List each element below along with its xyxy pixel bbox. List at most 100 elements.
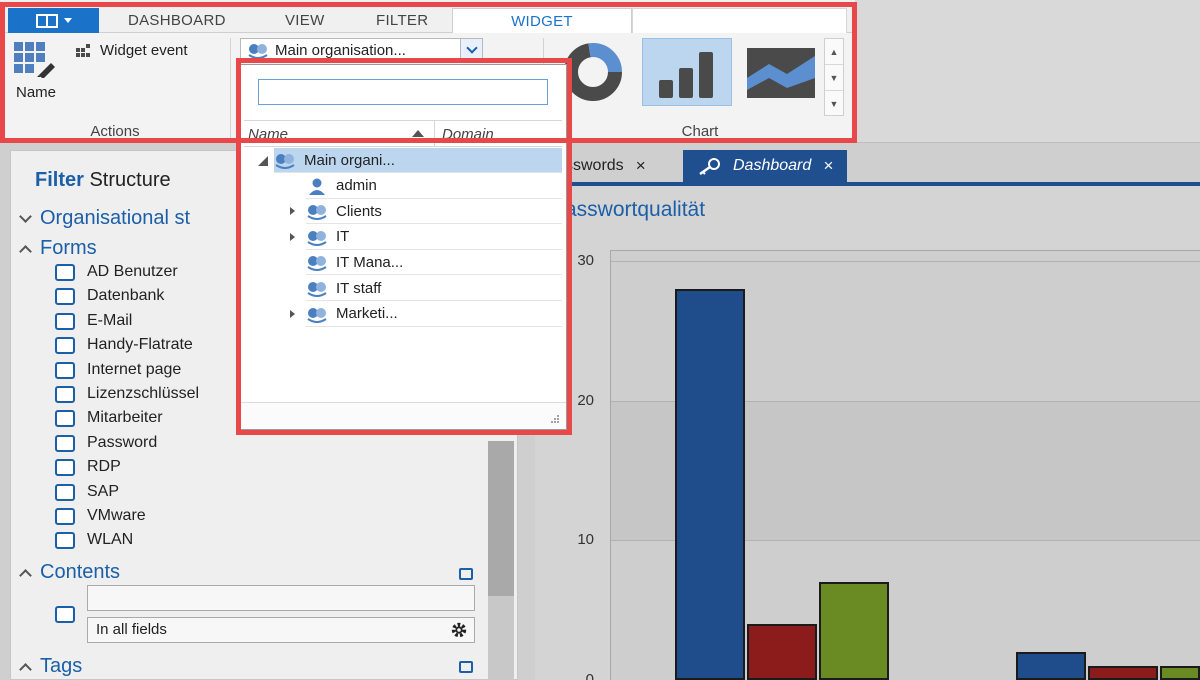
bar-chart-option[interactable]	[642, 38, 732, 106]
organisation-icon	[306, 253, 328, 272]
document-tab-strip: sswords × Dashboard ×	[535, 150, 1200, 186]
tags-toggle[interactable]	[459, 661, 473, 673]
gallery-expand[interactable]: ▼	[825, 91, 843, 117]
tree-row[interactable]: admin	[306, 174, 562, 199]
book-icon	[35, 13, 58, 28]
combobox-dropdown-button[interactable]	[460, 39, 482, 61]
widget-event-button[interactable]: Widget event	[76, 42, 188, 59]
form-checkbox-item[interactable]: Datenbank	[55, 285, 164, 307]
tab-filter[interactable]: FILTER	[376, 8, 428, 33]
form-checkbox-item[interactable]: WLAN	[55, 529, 133, 551]
checkbox[interactable]	[55, 507, 75, 525]
ribbon-empty-area	[855, 0, 1200, 143]
collapsed-arrow-icon[interactable]	[290, 309, 295, 318]
section-contents[interactable]: Contents	[19, 561, 121, 584]
close-icon[interactable]: ×	[636, 156, 646, 176]
section-tags-label: Tags	[40, 655, 83, 677]
widget-event-icon	[76, 43, 92, 58]
widget-grid-icon	[14, 42, 60, 78]
tree-row[interactable]: Clients	[306, 199, 562, 225]
section-tags[interactable]: Tags	[19, 655, 83, 678]
section-organisational[interactable]: Organisational st	[19, 207, 190, 230]
area-chart-icon	[747, 48, 815, 98]
section-contents-label: Contents	[40, 561, 121, 583]
checkbox[interactable]	[55, 483, 75, 501]
tab-dashboard-doc[interactable]: Dashboard ×	[683, 150, 848, 182]
tree-row-label: admin	[336, 177, 377, 195]
checkbox[interactable]	[55, 385, 75, 403]
chart-bar	[747, 624, 817, 680]
form-label: Lizenzschlüssel	[87, 385, 200, 402]
checkbox[interactable]	[55, 336, 75, 354]
checkbox[interactable]	[55, 409, 75, 427]
dropdown-search-input[interactable]	[258, 79, 548, 105]
form-checkbox-item[interactable]: Password	[55, 432, 157, 454]
tree-row[interactable]: IT staff	[306, 276, 562, 301]
form-checkbox-item[interactable]: RDP	[55, 456, 121, 478]
form-label: WLAN	[87, 531, 134, 548]
close-icon[interactable]: ×	[823, 156, 833, 176]
tab-passwords[interactable]: sswords ×	[565, 150, 646, 182]
organisation-icon	[248, 44, 268, 59]
form-checkbox-item[interactable]: Mitarbeiter	[55, 407, 163, 429]
gallery-scroller[interactable]: ▲ ▼ ▼	[824, 38, 844, 116]
form-label: Password	[87, 434, 158, 451]
tab-passwords-label: sswords	[565, 157, 624, 174]
form-checkbox-item[interactable]: E-Mail	[55, 310, 132, 332]
chevron-up-icon	[19, 244, 32, 258]
contents-scope-select[interactable]: In all fields	[87, 617, 475, 643]
tree-row-label: IT staff	[336, 279, 382, 297]
filter-scrollbar-thumb[interactable]	[488, 441, 514, 596]
tab-widget[interactable]: WIDGET	[452, 8, 632, 33]
form-checkbox-item[interactable]: VMware	[55, 505, 146, 527]
dropdown-column-header: Name Domain	[244, 120, 562, 147]
tree-row[interactable]: Marketi...	[306, 302, 562, 327]
checkbox[interactable]	[55, 458, 75, 476]
name-button-label: Name	[15, 84, 56, 101]
tab-view[interactable]: VIEW	[285, 8, 325, 33]
organisation-combobox[interactable]: Main organisation...	[240, 38, 483, 62]
checkbox[interactable]	[55, 287, 75, 305]
widget-event-label: Widget event	[100, 42, 188, 59]
chevron-down-icon	[19, 210, 32, 223]
gear-icon[interactable]	[450, 621, 468, 639]
filter-title-bold: Filter	[35, 169, 84, 191]
form-checkbox-item[interactable]: Internet page	[55, 359, 181, 381]
tree-row[interactable]: IT	[306, 225, 562, 250]
tree-row[interactable]: Main organi...	[274, 148, 562, 173]
gallery-scroll-up[interactable]: ▲	[825, 39, 843, 65]
column-header-domain[interactable]: Domain	[442, 126, 494, 143]
contents-toggle[interactable]	[459, 568, 473, 580]
resize-grip-icon[interactable]	[550, 414, 560, 424]
checkbox[interactable]	[55, 312, 75, 330]
gallery-scroll-down[interactable]: ▼	[825, 65, 843, 91]
tree-row-label: IT	[336, 228, 350, 246]
name-button[interactable]: Name	[10, 40, 65, 105]
tree-row[interactable]: IT Mana...	[306, 250, 562, 276]
tab-dashboard[interactable]: DASHBOARD	[128, 8, 226, 33]
contents-search-input[interactable]	[87, 585, 475, 611]
filter-panel-title: Filter Structure	[35, 169, 171, 192]
column-divider[interactable]	[434, 121, 435, 147]
area-chart-option[interactable]	[736, 38, 826, 106]
y-tick-label: 0	[585, 671, 594, 680]
collapsed-arrow-icon[interactable]	[290, 207, 295, 216]
section-forms[interactable]: Forms	[19, 237, 97, 260]
form-checkbox-item[interactable]: AD Benutzer	[55, 261, 178, 283]
form-checkbox-item[interactable]: Handy-Flatrate	[55, 334, 193, 356]
expanded-arrow-icon[interactable]	[258, 156, 268, 166]
checkbox[interactable]	[55, 263, 75, 281]
form-checkbox-item[interactable]: Lizenzschlüssel	[55, 383, 199, 405]
collapsed-arrow-icon[interactable]	[290, 232, 295, 241]
checkbox[interactable]	[55, 361, 75, 379]
column-header-name[interactable]: Name	[248, 126, 288, 143]
form-checkbox-item[interactable]: SAP	[55, 481, 119, 503]
app-menu-button[interactable]	[8, 8, 99, 33]
widget-title: asswortqualität	[565, 198, 706, 221]
chart-bar	[1016, 652, 1086, 680]
organisation-icon	[306, 279, 328, 297]
checkbox[interactable]	[55, 531, 75, 549]
checkbox[interactable]	[55, 434, 75, 452]
contents-checkbox[interactable]	[55, 606, 75, 623]
organisation-icon	[274, 151, 296, 169]
